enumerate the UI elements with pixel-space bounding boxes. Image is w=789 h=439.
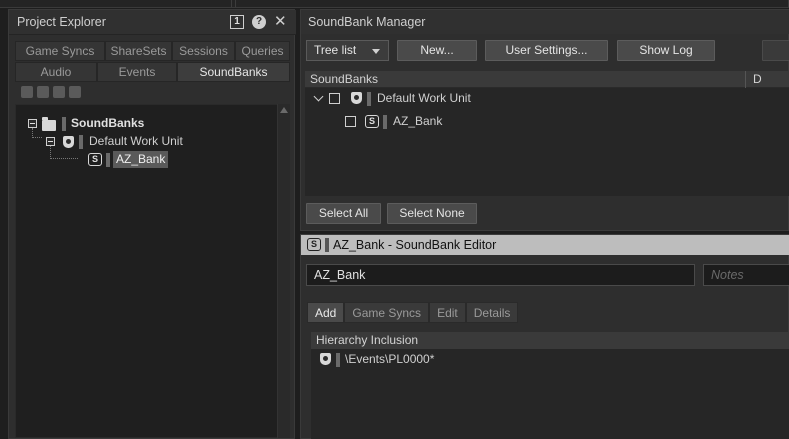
toolbar-segment: [236, 0, 789, 7]
grid-label-bank: AZ_Bank: [393, 114, 443, 128]
soundbank-manager-titlebar: SoundBank Manager: [301, 10, 789, 34]
work-unit-icon[interactable]: [21, 86, 33, 98]
virtual-folder-icon[interactable]: [53, 86, 65, 98]
hierarchy-inclusion-header: Hierarchy Inclusion: [311, 332, 789, 349]
folder-icon[interactable]: [37, 86, 49, 98]
tab-soundbanks[interactable]: SoundBanks: [177, 62, 290, 82]
tab-events[interactable]: Events: [97, 62, 177, 82]
tree-label-root: SoundBanks: [71, 116, 145, 130]
panel-title: Project Explorer: [17, 15, 106, 29]
toolbar-segment: [0, 0, 232, 7]
soundbank-icon: S: [307, 238, 321, 251]
help-icon[interactable]: ?: [252, 15, 266, 29]
explorer-tree: SoundBanks Default Work Unit S AZ_Bank: [15, 104, 290, 438]
soundbanks-grid-header: SoundBanks D: [305, 71, 789, 88]
grid-row-work-unit[interactable]: Default Work Unit: [305, 90, 745, 107]
column-d[interactable]: D: [753, 72, 762, 86]
view-mode-dropdown[interactable]: Tree list: [306, 40, 389, 61]
tab-sharesets[interactable]: ShareSets: [105, 41, 172, 61]
editor-tabs: Add Game Syncs Edit Details: [307, 302, 519, 323]
color-bar: [62, 117, 66, 131]
explorer-tabs-bottom: Audio Events SoundBanks: [15, 62, 290, 82]
include-checkbox[interactable]: [345, 116, 356, 127]
explorer-toolbar: [21, 86, 81, 98]
scroll-up-icon[interactable]: [280, 107, 288, 113]
collapse-icon[interactable]: [28, 119, 37, 128]
folder-icon: [42, 117, 56, 131]
event-icon: [320, 353, 331, 365]
hierarchy-item-path: \Events\PL0000*: [345, 352, 435, 366]
tree-label-bank-selected: AZ_Bank: [113, 151, 169, 168]
column-separator[interactable]: [745, 71, 746, 88]
soundbank-manager-panel: SoundBank Manager Tree list New... User …: [300, 9, 789, 231]
soundbanks-grid: Default Work Unit S AZ_Bank: [305, 88, 789, 196]
project-explorer-titlebar: Project Explorer 1 ? ✕: [9, 10, 296, 35]
layout-one-icon[interactable]: 1: [230, 15, 244, 29]
column-soundbanks[interactable]: SoundBanks: [310, 72, 378, 86]
color-bar: [79, 135, 83, 149]
tab-game-syncs[interactable]: Game Syncs: [344, 302, 430, 323]
tab-game-syncs[interactable]: Game Syncs: [15, 41, 105, 61]
close-icon[interactable]: ✕: [274, 14, 287, 29]
grid-row-bank[interactable]: S AZ_Bank: [305, 113, 745, 130]
select-all-button[interactable]: Select All: [306, 203, 381, 224]
soundbank-icon[interactable]: [69, 86, 81, 98]
tree-label-work-unit: Default Work Unit: [89, 134, 183, 148]
tab-add[interactable]: Add: [307, 302, 345, 323]
new-button[interactable]: New...: [397, 40, 477, 61]
explorer-tabs-top: Game Syncs ShareSets Sessions Queries: [15, 41, 290, 61]
tree-row-bank[interactable]: S AZ_Bank: [16, 151, 276, 168]
project-explorer-panel: Project Explorer 1 ? ✕ Game Syncs ShareS…: [8, 9, 296, 439]
tab-audio[interactable]: Audio: [15, 62, 97, 82]
hierarchy-inclusion-list: \Events\PL0000*: [311, 349, 789, 439]
collapse-icon[interactable]: [46, 137, 55, 146]
color-bar: [336, 353, 340, 367]
tab-queries[interactable]: Queries: [235, 41, 290, 61]
panel-title: AZ_Bank - SoundBank Editor: [333, 238, 497, 252]
tree-row-root[interactable]: SoundBanks: [16, 115, 276, 132]
name-field[interactable]: AZ_Bank: [306, 264, 695, 286]
vertical-scrollbar[interactable]: [277, 104, 290, 438]
chevron-down-icon: [372, 49, 380, 54]
select-none-button[interactable]: Select None: [387, 203, 477, 224]
user-settings-button[interactable]: User Settings...: [485, 40, 608, 61]
work-unit-icon: [351, 92, 362, 104]
include-checkbox[interactable]: [329, 93, 340, 104]
list-item[interactable]: \Events\PL0000*: [311, 351, 781, 368]
soundbank-editor-titlebar: S AZ_Bank - SoundBank Editor: [301, 235, 789, 255]
soundbank-editor-panel: S AZ_Bank - SoundBank Editor AZ_Bank Not…: [300, 234, 789, 439]
color-bar: [106, 153, 110, 167]
chevron-down-icon[interactable]: [313, 91, 324, 102]
tab-details[interactable]: Details: [465, 302, 519, 323]
tab-sessions[interactable]: Sessions: [172, 41, 235, 61]
color-bar: [325, 238, 329, 252]
soundbank-icon: S: [88, 153, 102, 166]
grid-label-work-unit: Default Work Unit: [377, 91, 471, 105]
show-log-button[interactable]: Show Log: [617, 40, 715, 61]
panel-title: SoundBank Manager: [308, 15, 426, 29]
top-toolbar-strip: [0, 0, 789, 8]
color-bar: [383, 115, 387, 129]
color-bar: [367, 92, 371, 106]
dropdown-value: Tree list: [314, 43, 357, 57]
tab-edit[interactable]: Edit: [429, 302, 466, 323]
soundbank-icon: S: [365, 115, 379, 128]
generate-button-partial[interactable]: [762, 40, 789, 61]
notes-field[interactable]: Notes: [703, 264, 789, 286]
